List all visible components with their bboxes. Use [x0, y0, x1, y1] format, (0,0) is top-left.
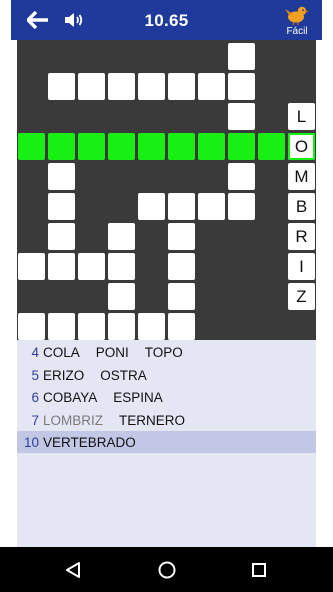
grid-cell-letter[interactable]: R: [288, 223, 315, 250]
word-list-row-selected[interactable]: 10 VERTEBRADO: [17, 431, 316, 453]
grid-cell[interactable]: [18, 313, 45, 340]
word-entry: COBAYA: [43, 389, 98, 405]
grid-cell[interactable]: [48, 223, 75, 250]
grid-cell[interactable]: [48, 313, 75, 340]
word-entry: ERIZO: [43, 367, 85, 383]
grid-cell[interactable]: [138, 313, 165, 340]
grid-cell[interactable]: [198, 73, 225, 100]
word-entry: VERTEBRADO: [43, 434, 136, 450]
word-entry: OSTRA: [100, 367, 147, 383]
grid-cell[interactable]: [78, 73, 105, 100]
word-entry: PONI: [95, 344, 129, 360]
word-list: 4 COLA PONI TOPO 5 ERIZO OSTRA 6 COBAYA …: [17, 340, 316, 547]
grid-cell-letter[interactable]: I: [288, 253, 315, 280]
grid-cell[interactable]: [18, 253, 45, 280]
word-list-row[interactable]: 5 ERIZO OSTRA: [17, 364, 316, 386]
grid-cell[interactable]: [168, 313, 195, 340]
grid-cell[interactable]: [228, 73, 255, 100]
word-entry: TOPO: [144, 344, 183, 360]
grid-cell[interactable]: [108, 223, 135, 250]
navigation-bar: [0, 547, 333, 592]
grid-cell-letter[interactable]: O: [288, 133, 315, 160]
grid-cell-highlighted[interactable]: [18, 133, 45, 160]
grid-cell[interactable]: [48, 193, 75, 220]
grid-cell[interactable]: [108, 73, 135, 100]
word-length-number: 4: [31, 344, 39, 360]
grid-cell[interactable]: [78, 313, 105, 340]
grid-cell-highlighted[interactable]: [48, 133, 75, 160]
grid-cell-letter[interactable]: M: [288, 163, 315, 190]
grid-cell[interactable]: [228, 43, 255, 70]
level-button[interactable]: Fácil: [275, 3, 319, 39]
word-entry: COLA: [43, 344, 80, 360]
bird-icon: [285, 6, 309, 25]
word-length-number: 10: [23, 434, 39, 450]
grid-cell-highlighted[interactable]: [78, 133, 105, 160]
app-bar: 10.65 Fácil: [11, 0, 322, 40]
grid-cell-highlighted[interactable]: [138, 133, 165, 160]
grid-cell-highlighted[interactable]: [228, 133, 255, 160]
grid-cell-letter[interactable]: Z: [288, 283, 315, 310]
grid-cell-letter[interactable]: L: [288, 103, 315, 130]
grid-cell[interactable]: [48, 163, 75, 190]
word-length-number: 7: [31, 412, 39, 428]
grid-cell[interactable]: [228, 163, 255, 190]
grid-cell-highlighted[interactable]: [108, 133, 135, 160]
word-length-number: 5: [31, 367, 39, 383]
nav-recents-icon[interactable]: [246, 557, 272, 583]
grid-cell[interactable]: [48, 73, 75, 100]
grid-cell[interactable]: [168, 283, 195, 310]
grid-cell[interactable]: [168, 73, 195, 100]
grid-cell-highlighted[interactable]: [258, 133, 285, 160]
grid-cell[interactable]: [108, 283, 135, 310]
grid-cell[interactable]: [138, 73, 165, 100]
word-list-row[interactable]: 6 COBAYA ESPINA: [17, 386, 316, 408]
grid-cell-highlighted[interactable]: [168, 133, 195, 160]
word-entry: TERNERO: [119, 412, 186, 428]
grid-cell[interactable]: [108, 253, 135, 280]
grid-cell[interactable]: [198, 193, 225, 220]
grid-cell[interactable]: [168, 223, 195, 250]
grid-cell[interactable]: [168, 253, 195, 280]
word-list-row[interactable]: 7 LOMBRIZ TERNERO: [17, 409, 316, 431]
word-entry-solved: LOMBRIZ: [43, 412, 104, 428]
grid-cell-highlighted[interactable]: [198, 133, 225, 160]
nav-home-icon[interactable]: [154, 557, 180, 583]
nav-back-icon[interactable]: [60, 557, 86, 583]
word-length-number: 6: [31, 389, 39, 405]
level-label: Fácil: [286, 26, 308, 37]
grid-cell[interactable]: [78, 253, 105, 280]
word-list-row[interactable]: 4 COLA PONI TOPO: [17, 341, 316, 363]
grid-cell[interactable]: [228, 193, 255, 220]
word-entry: ESPINA: [113, 389, 163, 405]
grid-cell[interactable]: [228, 103, 255, 130]
grid-cell[interactable]: [108, 313, 135, 340]
crossword-board[interactable]: L O M B R I Z: [17, 40, 316, 340]
grid-cell[interactable]: [138, 193, 165, 220]
grid-cell[interactable]: [48, 253, 75, 280]
grid-cell-letter[interactable]: B: [288, 193, 315, 220]
grid-cell[interactable]: [168, 193, 195, 220]
